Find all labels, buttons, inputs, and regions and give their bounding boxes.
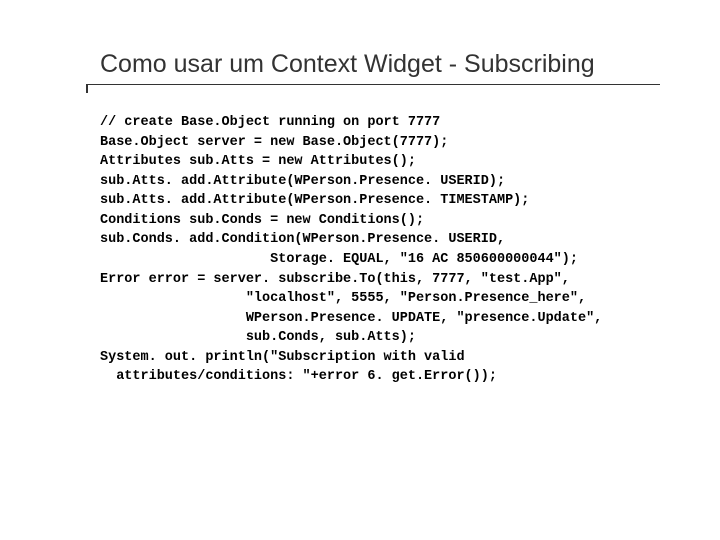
- slide: Como usar um Context Widget - Subscribin…: [0, 0, 720, 540]
- page-title: Como usar um Context Widget - Subscribin…: [100, 50, 660, 85]
- code-line: Conditions sub.Conds = new Conditions();: [100, 211, 660, 231]
- title-underline: [86, 84, 660, 86]
- code-line: WPerson.Presence. UPDATE, "presence.Upda…: [100, 309, 660, 329]
- code-line: sub.Conds. add.Condition(WPerson.Presenc…: [100, 230, 660, 250]
- code-line: Attributes sub.Atts = new Attributes();: [100, 152, 660, 172]
- code-line: "localhost", 5555, "Person.Presence_here…: [100, 289, 660, 309]
- code-line: sub.Atts. add.Attribute(WPerson.Presence…: [100, 172, 660, 192]
- code-block: // create Base.Object running on port 77…: [100, 113, 660, 387]
- code-line: sub.Atts. add.Attribute(WPerson.Presence…: [100, 191, 660, 211]
- code-line: System. out. println("Subscription with …: [100, 348, 660, 368]
- code-line: // create Base.Object running on port 77…: [100, 113, 660, 133]
- code-line: attributes/conditions: "+error 6. get.Er…: [100, 367, 660, 387]
- code-line: Base.Object server = new Base.Object(777…: [100, 133, 660, 153]
- title-block: Como usar um Context Widget - Subscribin…: [100, 50, 660, 85]
- code-line: Error error = server. subscribe.To(this,…: [100, 270, 660, 290]
- code-line: sub.Conds, sub.Atts);: [100, 328, 660, 348]
- code-line: Storage. EQUAL, "16 AC 850600000044");: [100, 250, 660, 270]
- title-tick: [86, 84, 88, 93]
